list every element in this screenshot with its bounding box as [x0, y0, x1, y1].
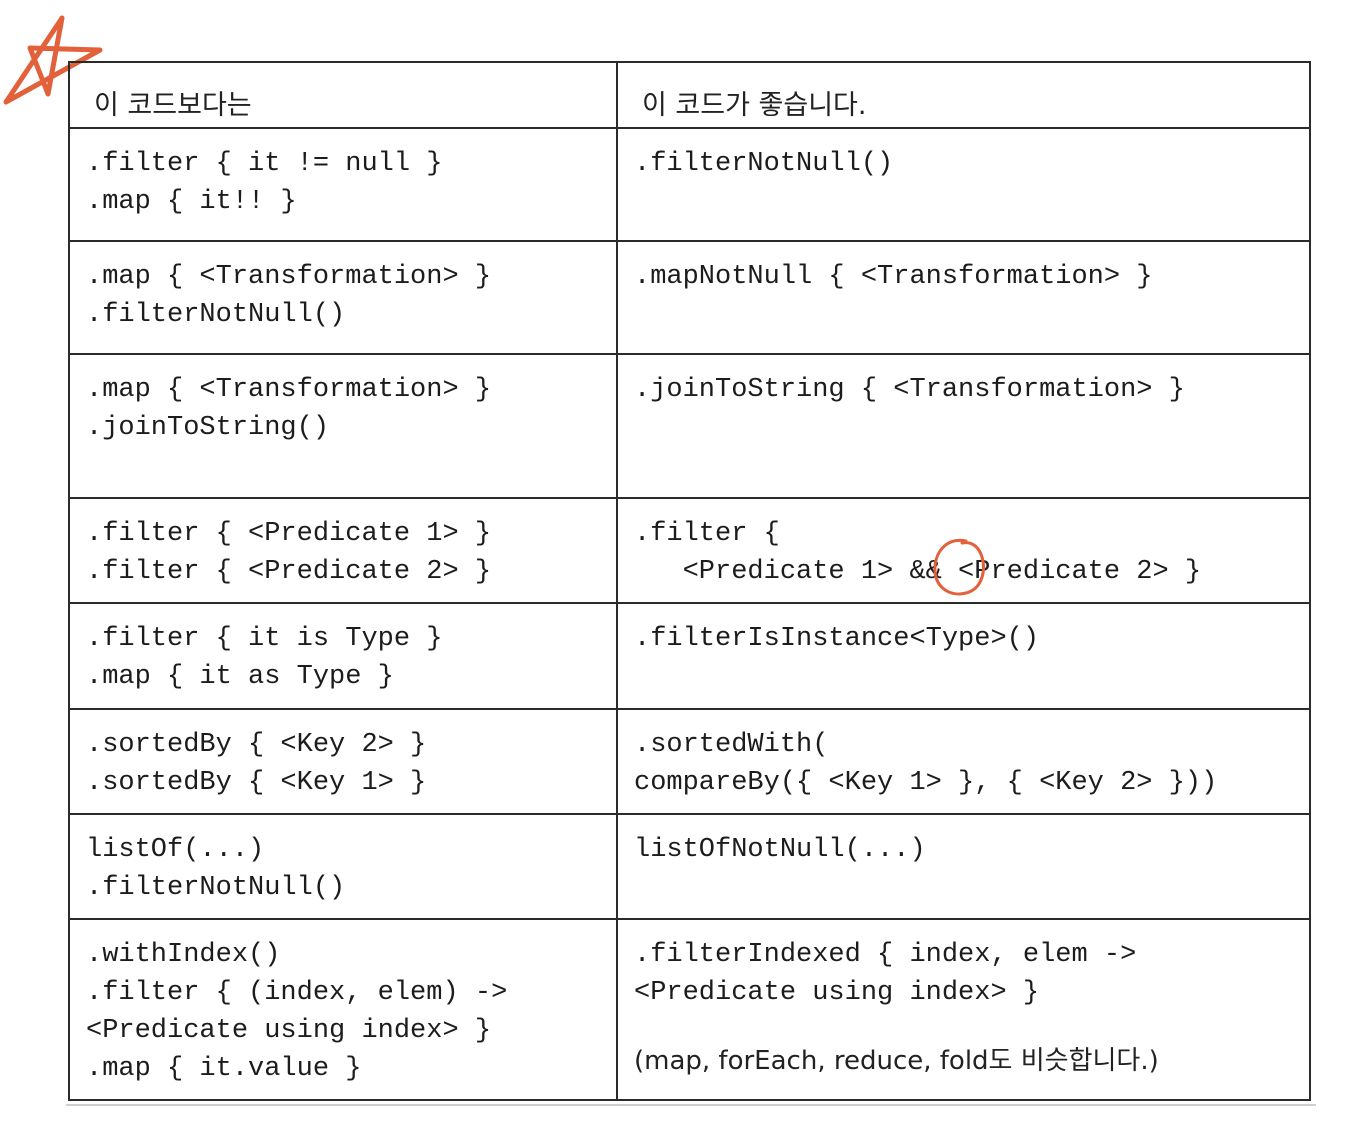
- code-line: <Predicate using index> }: [86, 1016, 492, 1046]
- after-cell: .filterIndexed { index, elem -> <Predica…: [616, 918, 1311, 1101]
- code-line: .filterNotNull(): [86, 300, 346, 330]
- code-line: compareBy({ <Key 1> }, { <Key 2> })): [634, 768, 1218, 798]
- table-row: .withIndex() .filter { (index, elem) -> …: [68, 918, 1311, 1101]
- code-line: .filterNotNull(): [634, 149, 894, 179]
- before-cell: .sortedBy { <Key 2> } .sortedBy { <Key 1…: [68, 708, 618, 815]
- header-left: 이 코드보다는: [68, 61, 618, 129]
- code-line: .map { it.value }: [86, 1054, 362, 1084]
- table-row: .filter { it is Type } .map { it as Type…: [68, 602, 1311, 710]
- table-header-row: 이 코드보다는 이 코드가 좋습니다.: [68, 61, 1311, 129]
- code-line: <Predicate using index> }: [634, 978, 1040, 1008]
- after-cell: .filterNotNull(): [616, 127, 1311, 242]
- code-line: .filter { <Predicate 1> }: [86, 519, 492, 549]
- before-cell: listOf(...) .filterNotNull(): [68, 813, 618, 920]
- code-line: .joinToString(): [86, 413, 330, 443]
- code-line: listOf(...): [86, 835, 265, 865]
- code-line: .sortedBy { <Key 2> }: [86, 730, 427, 760]
- code-line: .sortedBy { <Key 1> }: [86, 768, 427, 798]
- table-row: .map { <Transformation> } .joinToString(…: [68, 353, 1311, 499]
- code-line: .filterNotNull(): [86, 873, 346, 903]
- header-right: 이 코드가 좋습니다.: [616, 61, 1311, 129]
- code-line: .map { it as Type }: [86, 662, 394, 692]
- code-line: .map { <Transformation> }: [86, 375, 492, 405]
- table-row: .filter { <Predicate 1> } .filter { <Pre…: [68, 497, 1311, 604]
- code-line: .sortedWith(: [634, 730, 829, 760]
- before-cell: .withIndex() .filter { (index, elem) -> …: [68, 918, 618, 1101]
- after-cell: .joinToString { <Transformation> }: [616, 353, 1311, 499]
- code-line: .joinToString { <Transformation> }: [634, 375, 1185, 405]
- hand-drawn-circle-annotation: [933, 538, 985, 596]
- table-row: .sortedBy { <Key 2> } .sortedBy { <Key 1…: [68, 708, 1311, 815]
- before-cell: .filter { it is Type } .map { it as Type…: [68, 602, 618, 710]
- code-line: .filter { <Predicate 2> }: [86, 557, 492, 587]
- before-cell: .map { <Transformation> } .filterNotNull…: [68, 240, 618, 355]
- code-line: .filter { it != null }: [86, 149, 443, 179]
- after-cell: .filter { <Predicate 1> && <Predicate 2>…: [616, 497, 1311, 604]
- table-row: .map { <Transformation> } .filterNotNull…: [68, 240, 1311, 355]
- table-row: .filter { it != null } .map { it!! } .fi…: [68, 127, 1311, 242]
- code-line: .withIndex(): [86, 940, 281, 970]
- footnote: (map, forEach, reduce, fold도 비슷합니다.): [634, 1046, 1159, 1076]
- code-line: .map { <Transformation> }: [86, 262, 492, 292]
- comparison-table: 이 코드보다는 이 코드가 좋습니다. .filter { it != null…: [68, 61, 1311, 1101]
- code-line: .map { it!! }: [86, 187, 297, 217]
- bottom-rule: [66, 1104, 1316, 1106]
- after-cell: .sortedWith( compareBy({ <Key 1> }, { <K…: [616, 708, 1311, 815]
- code-line: .filter { (index, elem) ->: [86, 978, 508, 1008]
- before-cell: .map { <Transformation> } .joinToString(…: [68, 353, 618, 499]
- code-line: listOfNotNull(...): [634, 835, 926, 865]
- code-line: .mapNotNull { <Transformation> }: [634, 262, 1153, 292]
- code-line: .filterIndexed { index, elem ->: [634, 940, 1137, 970]
- code-line: .filter { it is Type }: [86, 624, 443, 654]
- after-cell: .mapNotNull { <Transformation> }: [616, 240, 1311, 355]
- before-cell: .filter { <Predicate 1> } .filter { <Pre…: [68, 497, 618, 604]
- code-line: .filterIsInstance<Type>(): [634, 624, 1040, 654]
- before-cell: .filter { it != null } .map { it!! }: [68, 127, 618, 242]
- after-cell: listOfNotNull(...): [616, 813, 1311, 920]
- table-row: listOf(...) .filterNotNull() listOfNotNu…: [68, 813, 1311, 920]
- after-cell: .filterIsInstance<Type>(): [616, 602, 1311, 710]
